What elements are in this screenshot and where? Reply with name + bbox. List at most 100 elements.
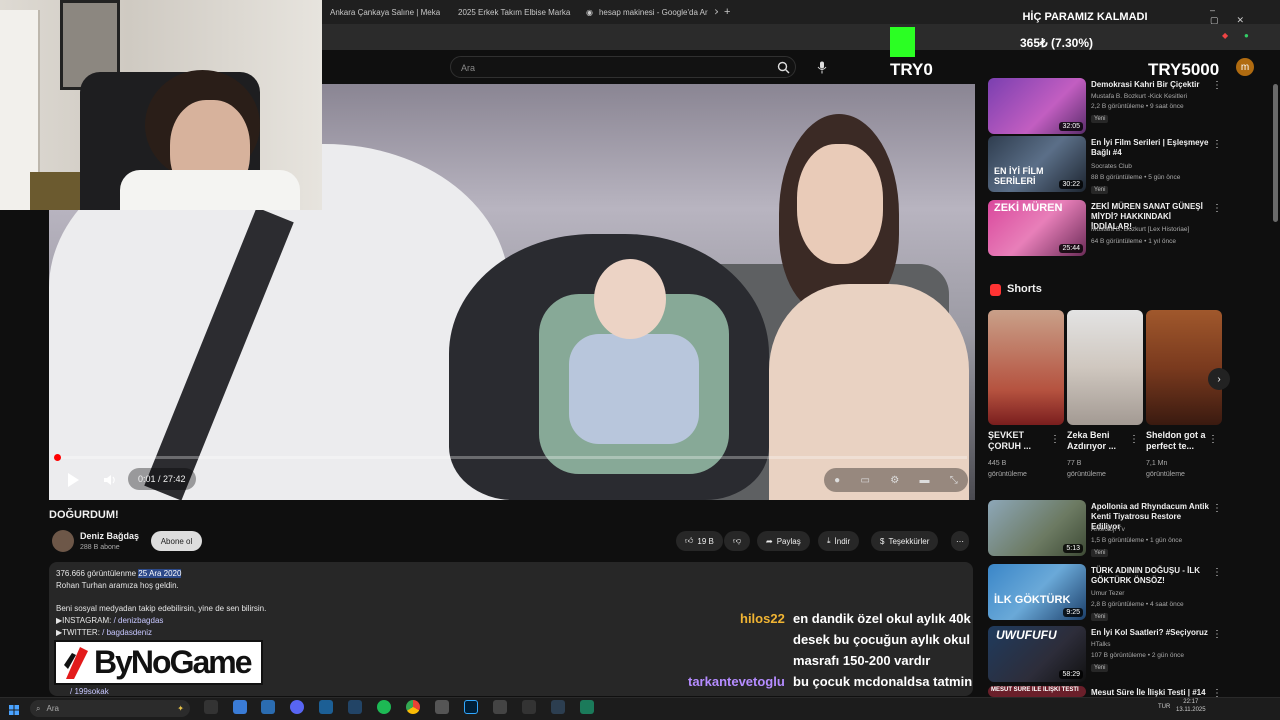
- app-icon[interactable]: [435, 700, 449, 714]
- language-indicator[interactable]: TUR: [1158, 704, 1170, 710]
- twitter-link[interactable]: / bagdasdeniz: [102, 628, 152, 637]
- share-button[interactable]: ➦ Paylaş: [757, 531, 810, 551]
- channel-avatar[interactable]: [52, 530, 74, 552]
- search-button[interactable]: [770, 57, 796, 77]
- more-options-icon[interactable]: ⋮: [1212, 503, 1222, 514]
- donation-goal-current: 365₺ (7.30%): [1020, 36, 1094, 50]
- description-line: ▶TWITTER: / bagdasdeniz: [56, 628, 152, 637]
- video-thumbnail[interactable]: UWUFUFU 58:29: [988, 626, 1086, 682]
- short-title[interactable]: Zeka Beni Azdırıyor ...: [1067, 430, 1127, 452]
- video-title[interactable]: TÜRK ADININ DOĞUŞU - İLK GÖKTÜRK ÖNSÖZ!: [1091, 566, 1211, 586]
- like-button[interactable]: 👍︎ 19 B: [676, 531, 723, 551]
- taskbar-search[interactable]: ⌕ Ara ✦: [30, 700, 190, 717]
- new-tab-button[interactable]: +: [716, 3, 736, 21]
- video-channel[interactable]: Mustafa B. Bozkurt -Kick Kesitleri: [1091, 93, 1187, 100]
- window-controls[interactable]: –▢✕: [1210, 5, 1280, 26]
- more-options-icon[interactable]: ⋮: [1212, 139, 1222, 150]
- video-thumbnail[interactable]: EN İYİ FİLM SERİLERİ 30:22: [988, 136, 1086, 192]
- theater-mode-icon[interactable]: ▬: [920, 475, 930, 486]
- app-icon[interactable]: [319, 700, 333, 714]
- app-icon[interactable]: [580, 700, 594, 714]
- microphone-button[interactable]: [812, 57, 832, 77]
- video-channel[interactable]: Mustafa B. Bozkurt [Lex Historiae]: [1091, 226, 1189, 233]
- view-count: 376.666 görüntülenme: [56, 569, 137, 578]
- video-title[interactable]: En İyi Film Serileri | Eşleşmeye Bağlı #…: [1091, 138, 1211, 158]
- video-thumbnail[interactable]: MESUT SÜRE İLE İLİŞKİ TESTİ: [988, 686, 1086, 697]
- tab-label: 2025 Erkek Takım Elbise Marka: [458, 7, 571, 17]
- more-actions-button[interactable]: ⋯: [951, 531, 969, 551]
- video-progress-bar[interactable]: [57, 456, 967, 459]
- app-icon[interactable]: [493, 700, 507, 714]
- autoplay-toggle-icon[interactable]: ●: [834, 475, 840, 486]
- play-button[interactable]: [62, 470, 84, 490]
- dislike-button[interactable]: 👎︎: [724, 531, 751, 551]
- app-icon[interactable]: [233, 700, 247, 714]
- video-channel[interactable]: Umur Tezer: [1091, 590, 1124, 597]
- video-thumbnail[interactable]: 5:13: [988, 500, 1086, 556]
- thanks-button[interactable]: $ Teşekkürler: [871, 531, 939, 551]
- more-options-icon[interactable]: ⋮: [1212, 80, 1222, 91]
- photoshop-icon[interactable]: [464, 700, 478, 714]
- video-scrubber-handle[interactable]: [54, 454, 61, 461]
- video-thumbnail[interactable]: 32:05: [988, 78, 1086, 134]
- search-input[interactable]: Ara: [450, 56, 796, 78]
- video-meta: 1,5 B görüntüleme • 1 gün önce: [1091, 537, 1183, 544]
- video-channel[interactable]: HTalks: [1091, 641, 1111, 648]
- shorts-next-button[interactable]: ›: [1208, 368, 1230, 390]
- more-options-icon[interactable]: ⋮: [1050, 434, 1060, 445]
- video-title[interactable]: Demokrasi Kahri Bir Çiçektir: [1091, 80, 1211, 90]
- short-thumbnail[interactable]: [988, 310, 1064, 425]
- description-link[interactable]: / 199sokak: [70, 687, 109, 696]
- subtitles-icon[interactable]: ▭: [860, 475, 869, 486]
- channel-name[interactable]: Deniz Bağdaş: [80, 531, 139, 541]
- task-view-icon[interactable]: [204, 700, 218, 714]
- thumbs-up-icon: 👍︎: [685, 536, 694, 545]
- app-icon[interactable]: [261, 700, 275, 714]
- extension-icon[interactable]: ◆: [1222, 31, 1228, 40]
- instagram-link[interactable]: / denizbagdas: [114, 616, 164, 625]
- more-options-icon[interactable]: ⋮: [1212, 203, 1222, 214]
- video-channel[interactable]: Socrates Club: [1091, 163, 1132, 170]
- video-title[interactable]: En İyi Kol Saatleri? #Seçiyoruz: [1091, 628, 1211, 638]
- chat-message: en dandik özel okul aylık 40k desek bu ç…: [793, 611, 971, 668]
- short-thumbnail[interactable]: [1146, 310, 1222, 425]
- subscribe-button[interactable]: Abone ol: [151, 531, 202, 551]
- spotify-icon[interactable]: [377, 700, 391, 714]
- browser-tab[interactable]: 2025 Erkek Takım Elbise Marka✕: [450, 3, 575, 21]
- short-views: 7,1 Mn görüntüleme: [1146, 460, 1185, 478]
- short-title[interactable]: Sheldon got a perfect te...: [1146, 430, 1206, 452]
- browser-tab[interactable]: ◉ hesap makinesi - Google'da Ar ✕: [578, 3, 718, 21]
- video-channel[interactable]: Arkeoloji Tv: [1091, 526, 1125, 533]
- video-frame-face: [797, 144, 883, 264]
- short-title[interactable]: ŞEVKET ÇORUH ...: [988, 430, 1048, 452]
- windows-start-button[interactable]: [9, 702, 19, 715]
- like-count: 19 B: [697, 536, 714, 546]
- chrome-icon[interactable]: [406, 700, 420, 714]
- more-options-icon[interactable]: ⋮: [1208, 434, 1218, 445]
- more-options-icon[interactable]: ⋮: [1212, 567, 1222, 578]
- fullscreen-icon[interactable]: ⤡: [950, 475, 958, 486]
- app-icon[interactable]: [522, 700, 536, 714]
- globe-icon: ◉: [586, 7, 593, 17]
- browser-tab[interactable]: Ankara Çankaya Salıne | Mekan✕: [322, 3, 440, 21]
- download-icon: ⤓: [827, 536, 831, 545]
- app-icon[interactable]: [551, 700, 565, 714]
- more-options-icon[interactable]: ⋮: [1212, 629, 1222, 640]
- copilot-icon: ✦: [177, 704, 184, 713]
- windows-logo-icon: [9, 705, 19, 715]
- tab-label: Ankara Çankaya Salıne | Mekan: [330, 7, 440, 17]
- video-title: DOĞURDUM!: [49, 509, 119, 521]
- page-scrollbar[interactable]: [1273, 84, 1278, 222]
- volume-button[interactable]: [100, 470, 120, 490]
- video-thumbnail[interactable]: İLK GÖKTÜRK 9:25: [988, 564, 1086, 620]
- taskbar-clock[interactable]: 22:17 13.11.2025: [1176, 698, 1206, 714]
- discord-icon[interactable]: [290, 700, 304, 714]
- extension-icon[interactable]: ●: [1244, 31, 1249, 40]
- more-options-icon[interactable]: ⋮: [1129, 434, 1139, 445]
- user-avatar[interactable]: m: [1236, 58, 1254, 76]
- download-button[interactable]: ⤓ İndir: [818, 531, 860, 551]
- short-thumbnail[interactable]: [1067, 310, 1143, 425]
- video-thumbnail[interactable]: ZEKİ MÜREN 25:44: [988, 200, 1086, 256]
- settings-gear-icon[interactable]: ⚙: [890, 475, 899, 486]
- app-icon[interactable]: [348, 700, 362, 714]
